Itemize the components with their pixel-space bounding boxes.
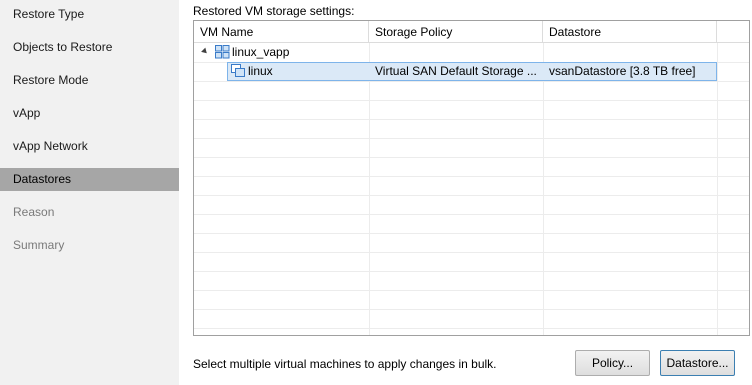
grid-divider	[194, 233, 749, 234]
column-header-datastore[interactable]: Datastore	[543, 21, 717, 43]
step-objects-to-restore[interactable]: Objects to Restore	[0, 36, 179, 59]
grid-divider	[194, 252, 749, 253]
grid-divider	[194, 328, 749, 329]
datastores-page: Restored VM storage settings: VM Name St…	[179, 0, 752, 385]
vm-storage-grid[interactable]: VM Name Storage Policy Datastore linux_v…	[193, 20, 750, 336]
grid-divider	[194, 157, 749, 158]
policy-button[interactable]: Policy...	[575, 350, 650, 376]
grid-header: VM Name Storage Policy Datastore	[194, 21, 749, 43]
grid-divider	[369, 43, 370, 335]
grid-divider	[194, 290, 749, 291]
grid-divider	[194, 100, 749, 101]
table-row-vm[interactable]: linux Virtual SAN Default Storage ... vs…	[194, 62, 749, 81]
tree-expand-icon[interactable]	[201, 47, 209, 56]
step-vapp[interactable]: vApp	[0, 102, 179, 125]
table-row-vapp[interactable]: linux_vapp	[194, 43, 749, 62]
grid-divider	[543, 43, 544, 335]
vapp-icon	[215, 45, 230, 59]
vm-name-cell: linux_vapp	[232, 45, 290, 59]
grid-divider	[194, 214, 749, 215]
step-reason: Reason	[13, 205, 55, 219]
grid-divider	[194, 176, 749, 177]
datastore-cell: vsanDatastore [3.8 TB free]	[549, 64, 696, 78]
grid-divider	[194, 81, 749, 82]
wizard-steps-sidebar: Restore Type Objects to Restore Restore …	[0, 0, 179, 385]
datastore-button[interactable]: Datastore...	[660, 350, 735, 376]
step-restore-type[interactable]: Restore Type	[0, 3, 179, 26]
grid-divider	[194, 195, 749, 196]
grid-divider	[194, 309, 749, 310]
step-datastores[interactable]: Datastores	[0, 168, 179, 191]
grid-divider	[717, 43, 718, 335]
column-header-storage-policy[interactable]: Storage Policy	[369, 21, 543, 43]
grid-divider	[194, 138, 749, 139]
grid-divider	[194, 271, 749, 272]
grid-divider	[194, 119, 749, 120]
vm-icon	[231, 64, 245, 77]
section-title: Restored VM storage settings:	[193, 4, 355, 18]
vm-name-cell: linux	[248, 64, 273, 78]
step-vapp-network[interactable]: vApp Network	[0, 135, 179, 158]
step-summary: Summary	[13, 238, 65, 252]
column-header-vm-name[interactable]: VM Name	[194, 21, 369, 43]
storage-policy-cell: Virtual SAN Default Storage ...	[375, 64, 537, 78]
step-restore-mode[interactable]: Restore Mode	[0, 69, 179, 92]
bulk-hint-text: Select multiple virtual machines to appl…	[193, 357, 497, 371]
